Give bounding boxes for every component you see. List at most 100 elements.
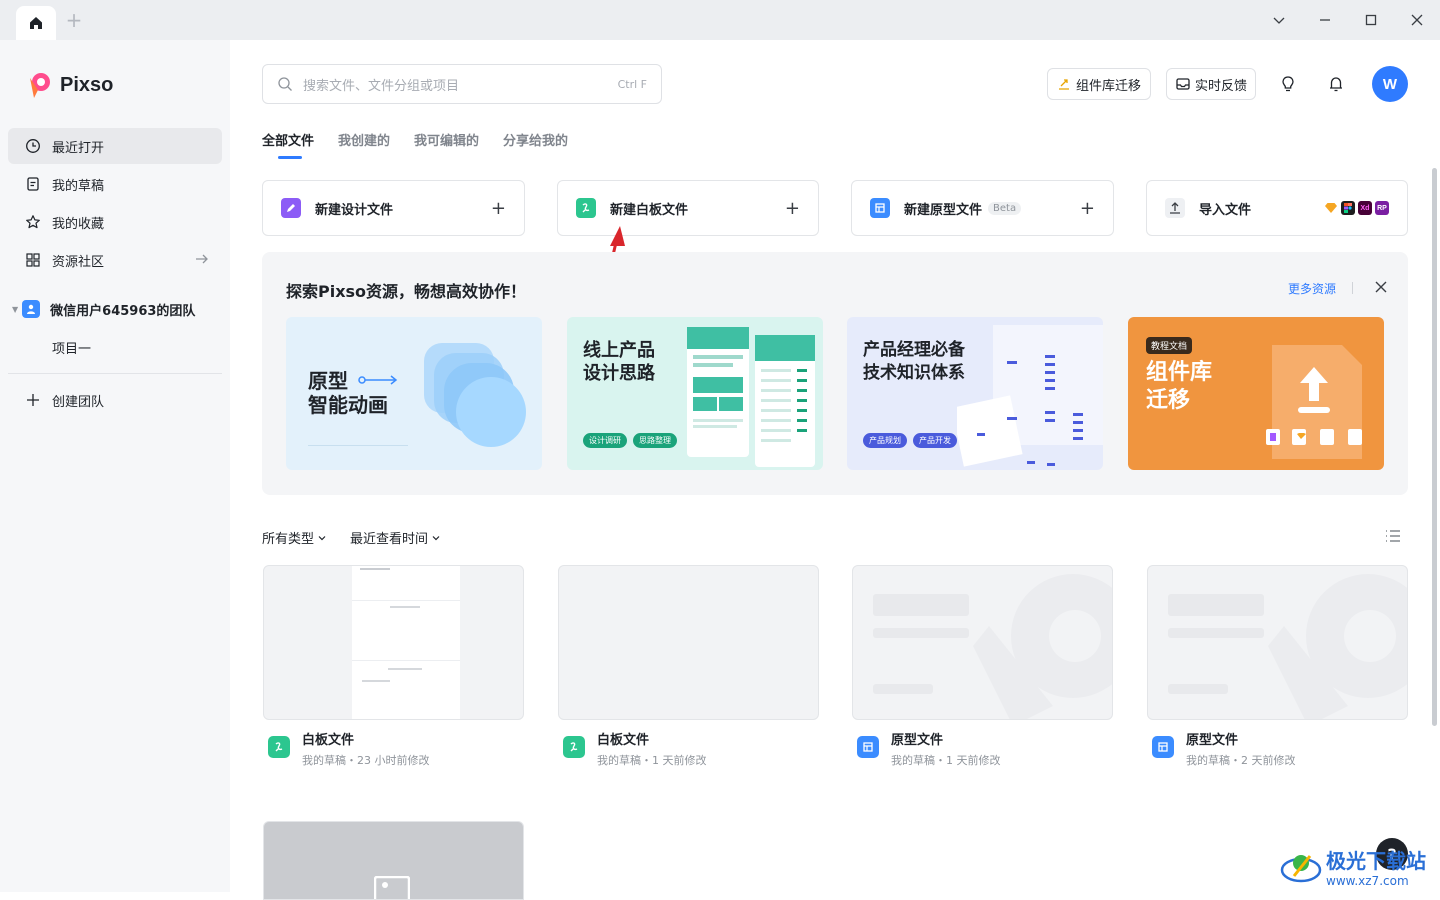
- card-tag: 设计调研: [583, 433, 627, 448]
- app-logo[interactable]: Pixso: [24, 70, 113, 100]
- arrow-right-icon: [194, 251, 210, 271]
- plus-icon: +: [1079, 197, 1095, 219]
- chevron-down-icon[interactable]: [1267, 8, 1291, 32]
- sidebar-team[interactable]: ▼ 微信用户645963的团队: [8, 291, 222, 327]
- sidebar-item-community[interactable]: 资源社区: [8, 242, 222, 278]
- type-filter-dropdown[interactable]: 所有类型: [262, 528, 327, 547]
- grid-icon: [24, 251, 42, 269]
- app-name: Pixso: [60, 73, 114, 96]
- file-thumbnail[interactable]: [852, 565, 1113, 720]
- prototype-file-icon: [857, 736, 879, 758]
- prototype-placeholder-illustration: [1168, 574, 1407, 719]
- file-name: 原型文件: [891, 733, 944, 748]
- chevron-down-icon: [432, 535, 440, 540]
- sort-label: 最近查看时间: [350, 532, 429, 547]
- sidebar-item-label: 最近打开: [52, 140, 105, 156]
- design-file-icon: [281, 198, 301, 218]
- resource-card-pm-knowledge[interactable]: 产品经理必备 技术知识体系 产品规划 产品开发: [847, 317, 1103, 470]
- resources-panel: 探索Pixso资源，畅想高效协作！ 更多资源 原型 智能动画 线上产品 设计思路…: [262, 252, 1408, 495]
- file-meta: 我的草稿・23 小时前修改: [302, 754, 430, 767]
- type-filter-label: 所有类型: [262, 532, 315, 547]
- file-thumbnail[interactable]: [263, 821, 524, 900]
- file-item[interactable]: 白板文件 我的草稿・1 天前修改: [563, 732, 707, 770]
- draft-icon: [24, 175, 42, 193]
- file-name: 白板文件: [597, 733, 650, 748]
- new-tab-plus-icon[interactable]: +: [64, 10, 84, 30]
- tab-editable[interactable]: 我可编辑的: [414, 130, 479, 149]
- tab-shared-with-me[interactable]: 分享给我的: [503, 130, 568, 149]
- file-meta: 我的草稿・1 天前修改: [891, 754, 1001, 767]
- home-tab[interactable]: [16, 6, 56, 40]
- migrate-icon: [1059, 79, 1069, 90]
- upload-file-illustration: [1266, 345, 1362, 459]
- close-icon[interactable]: [1405, 8, 1429, 32]
- beta-badge: Beta: [988, 201, 1022, 215]
- sidebar-item-label: 资源社区: [52, 254, 105, 270]
- whiteboard-file-icon: [268, 736, 290, 758]
- close-resources-icon[interactable]: [1374, 279, 1388, 298]
- search-shortcut: Ctrl F: [617, 77, 647, 91]
- caret-down-icon[interactable]: ▼: [12, 305, 18, 314]
- new-design-label: 新建设计文件: [315, 202, 394, 218]
- tab-created-by-me[interactable]: 我创建的: [338, 130, 390, 149]
- resource-card-product-design[interactable]: 线上产品 设计思路 设计调研 思路整理: [567, 317, 823, 470]
- xd-icon: Xd: [1358, 201, 1372, 215]
- new-whiteboard-label: 新建白板文件: [610, 202, 689, 218]
- file-item[interactable]: 原型文件 我的草稿・2 天前修改: [1152, 732, 1296, 770]
- figma-icon: [1341, 201, 1355, 215]
- new-design-file-button[interactable]: 新建设计文件 +: [262, 180, 525, 236]
- watermark-title: 极光下载站: [1326, 849, 1426, 873]
- component-migrate-label: 组件库迁移: [1076, 78, 1142, 94]
- resource-card-component-migrate[interactable]: 教程文档 组件库 迁移: [1128, 317, 1384, 470]
- whiteboard-file-icon: [576, 198, 596, 218]
- file-thumbnail[interactable]: [263, 565, 524, 720]
- axure-rp-icon: RP: [1375, 201, 1389, 215]
- more-resources-link[interactable]: 更多资源: [1288, 280, 1336, 297]
- inbox-icon: [1176, 78, 1190, 90]
- sort-dropdown[interactable]: 最近查看时间: [350, 528, 441, 547]
- component-migrate-button[interactable]: 组件库迁移: [1047, 68, 1151, 100]
- maximize-icon[interactable]: [1359, 8, 1383, 32]
- sidebar-item-project[interactable]: 项目一: [8, 329, 222, 365]
- feedback-button[interactable]: 实时反馈: [1166, 68, 1256, 100]
- plus-icon: +: [490, 197, 506, 219]
- import-file-button[interactable]: 导入文件 Xd RP: [1146, 180, 1408, 236]
- file-thumbnail[interactable]: [1147, 565, 1408, 720]
- new-prototype-text: 新建原型文件: [904, 202, 983, 218]
- title-bar: +: [0, 0, 1440, 40]
- sidebar-item-favorites[interactable]: 我的收藏: [8, 204, 222, 240]
- file-tabs: 全部文件 我创建的 我可编辑的 分享给我的: [262, 130, 568, 149]
- user-avatar[interactable]: W: [1372, 66, 1408, 102]
- search-input[interactable]: 搜索文件、文件分组或项目 Ctrl F: [262, 64, 662, 104]
- create-team-label: 创建团队: [52, 394, 105, 410]
- file-item[interactable]: 原型文件 我的草稿・1 天前修改: [857, 732, 1001, 770]
- new-prototype-file-button[interactable]: 新建原型文件 Beta +: [851, 180, 1114, 236]
- card-tag: 产品规划: [863, 433, 907, 448]
- file-thumbnail[interactable]: [558, 565, 819, 720]
- import-label: 导入文件: [1199, 202, 1252, 218]
- card-tag: 产品开发: [913, 433, 957, 448]
- sidebar-item-label: 我的收藏: [52, 216, 105, 232]
- bell-icon[interactable]: [1324, 72, 1348, 96]
- active-tab-indicator: [278, 156, 302, 159]
- list-view-icon[interactable]: [1384, 527, 1402, 549]
- create-team-button[interactable]: 创建团队: [8, 382, 222, 418]
- file-item[interactable]: 白板文件 我的草稿・23 小时前修改: [268, 732, 430, 770]
- sidebar-item-drafts[interactable]: 我的草稿: [8, 166, 222, 202]
- sidebar-item-label: 我的草稿: [52, 178, 105, 194]
- watermark-url: www.xz7.com: [1326, 874, 1409, 888]
- minimize-icon[interactable]: [1313, 8, 1337, 32]
- sidebar-item-recent[interactable]: 最近打开: [8, 128, 222, 164]
- resource-card-prototype-animation[interactable]: 原型 智能动画: [286, 317, 542, 470]
- tab-all-files[interactable]: 全部文件: [262, 130, 314, 149]
- lightbulb-icon[interactable]: [1276, 72, 1300, 96]
- search-icon: [278, 77, 292, 91]
- card-title-line2: 技术知识体系: [863, 363, 965, 383]
- home-icon: [30, 17, 42, 29]
- team-icon: [22, 300, 41, 318]
- file-meta: 我的草稿・2 天前修改: [1186, 754, 1296, 767]
- tutorial-badge: 教程文档: [1146, 337, 1193, 354]
- scrollbar[interactable]: [1432, 168, 1437, 726]
- import-formats: Xd RP: [1321, 201, 1389, 215]
- resources-separator: [1352, 282, 1353, 294]
